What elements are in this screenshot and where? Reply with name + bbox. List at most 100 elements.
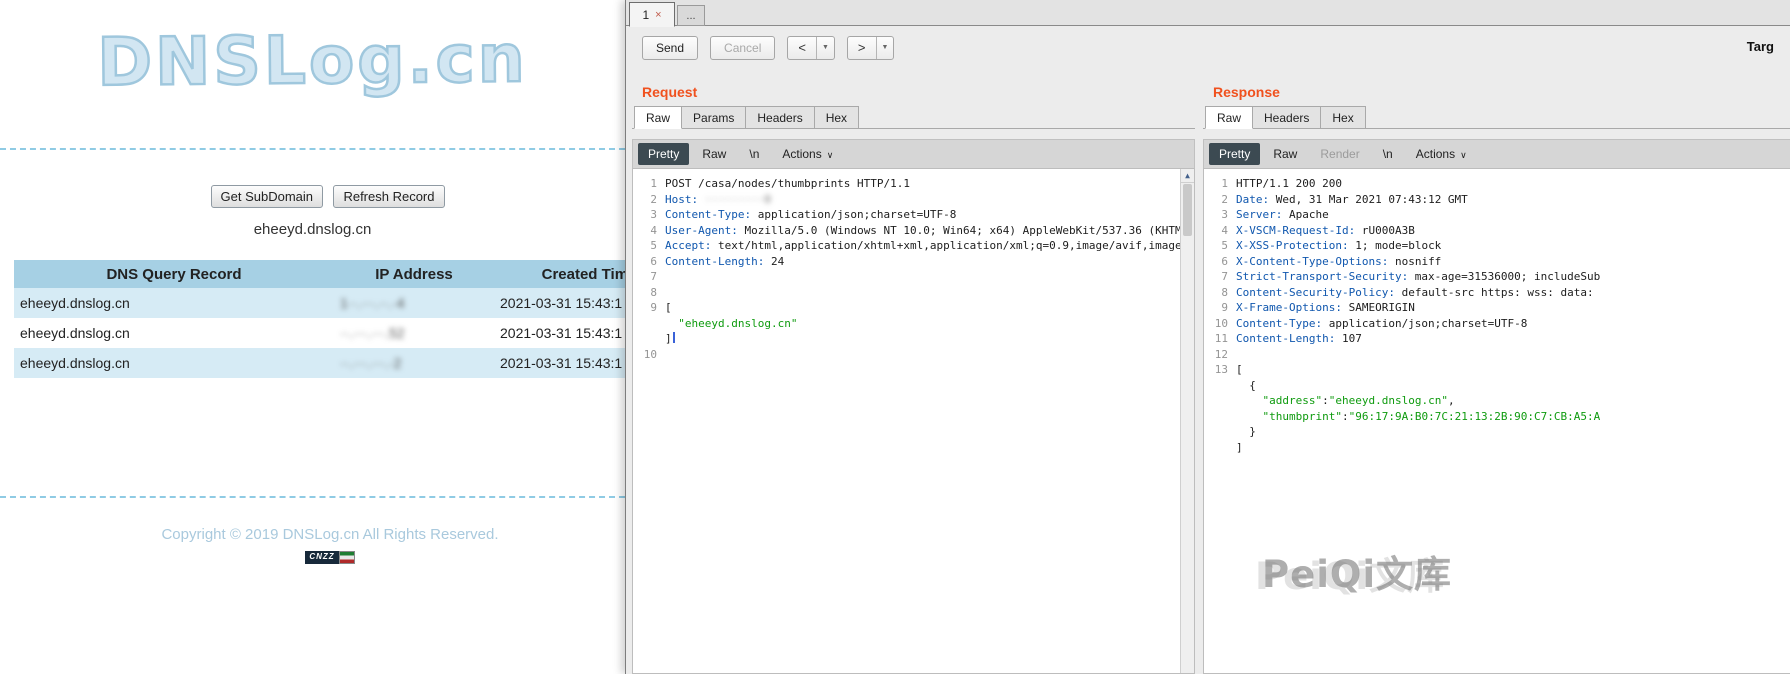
view-tab-hex[interactable]: Hex: [814, 106, 859, 128]
format-tab-actions[interactable]: Actions∨: [1406, 143, 1477, 165]
view-tab-headers[interactable]: Headers: [745, 106, 814, 128]
send-button[interactable]: Send: [642, 36, 698, 60]
forward-arrow-icon: >: [848, 37, 877, 59]
line-number: 6: [1204, 254, 1228, 270]
repeater-tab-1[interactable]: 1 ×: [629, 2, 675, 27]
scroll-up-icon[interactable]: ▲: [1181, 169, 1194, 183]
history-forward-button[interactable]: >▼: [847, 36, 895, 60]
col-header-ip-address: IP Address: [334, 260, 494, 288]
line-number: 1: [1204, 176, 1228, 192]
line-number: 8: [1204, 285, 1228, 301]
repeater-tab-1-label: 1: [642, 8, 649, 22]
code-line: 1POST /casa/nodes/thumbprints HTTP/1.1: [633, 176, 1194, 192]
cell-ip-address: ··.···.···.52: [334, 318, 494, 348]
code-line: 4User-Agent: Mozilla/5.0 (Windows NT 10.…: [633, 223, 1194, 239]
view-tab-params[interactable]: Params: [681, 106, 746, 128]
chevron-down-icon: ∨: [1460, 150, 1467, 160]
table-row: eheeyd.dnslog.cn··.···.···.·22021-03-31 …: [14, 348, 625, 378]
request-scrollbar[interactable]: ▲: [1180, 169, 1194, 673]
code-line: 6Content-Length: 24: [633, 254, 1194, 270]
line-number: 4: [633, 223, 657, 239]
view-tab-hex[interactable]: Hex: [1320, 106, 1365, 128]
code-line: 12: [1204, 347, 1790, 363]
code-line: 7: [633, 269, 1194, 285]
refresh-record-button[interactable]: Refresh Record: [333, 185, 444, 208]
line-number: 10: [633, 347, 657, 363]
line-number: 5: [633, 238, 657, 254]
line-number: 3: [1204, 207, 1228, 223]
cell-ip-address: 1··.···.··.·4: [334, 288, 494, 318]
copyright-text: Copyright © 2019 DNSLog.cn All Rights Re…: [0, 526, 625, 543]
cell-created-time: 2021-03-31 15:43:1: [494, 288, 625, 318]
dashed-divider-bottom: [0, 496, 625, 498]
response-viewer[interactable]: 1HTTP/1.1 200 2002Date: Wed, 31 Mar 2021…: [1203, 169, 1790, 674]
code-line: ]: [1204, 440, 1790, 456]
request-panel-title: Request: [642, 84, 1195, 100]
line-number: 13: [1204, 362, 1228, 378]
request-editor[interactable]: 1POST /casa/nodes/thumbprints HTTP/1.12H…: [632, 169, 1195, 674]
line-number: 6: [633, 254, 657, 270]
repeater-tab-more[interactable]: ...: [677, 5, 705, 26]
code-line: 6X-Content-Type-Options: nosniff: [1204, 254, 1790, 270]
response-format-bar: PrettyRawRender\nActions∨: [1203, 139, 1790, 169]
view-tab-raw[interactable]: Raw: [1205, 106, 1253, 129]
repeater-toolbar: Send Cancel <▼ >▼: [626, 26, 1790, 70]
code-line: 9X-Frame-Options: SAMEORIGIN: [1204, 300, 1790, 316]
request-format-bar: PrettyRaw\nActions∨: [632, 139, 1195, 169]
format-tab-pretty[interactable]: Pretty: [638, 143, 689, 165]
code-line: 7Strict-Transport-Security: max-age=3153…: [1204, 269, 1790, 285]
cancel-button[interactable]: Cancel: [710, 36, 775, 60]
format-tab-pretty[interactable]: Pretty: [1209, 143, 1260, 165]
code-line: ]: [633, 331, 1194, 347]
format-tab-actions[interactable]: Actions∨: [772, 143, 843, 165]
col-header-dns-query-record: DNS Query Record: [14, 260, 334, 288]
line-number: 9: [1204, 300, 1228, 316]
line-number: 7: [1204, 269, 1228, 285]
format-tab-raw[interactable]: Raw: [1263, 143, 1307, 165]
close-icon[interactable]: ×: [655, 9, 661, 21]
view-tab-headers[interactable]: Headers: [1252, 106, 1321, 128]
cell-dns-record: eheeyd.dnslog.cn: [14, 318, 334, 348]
code-line: "eheeyd.dnslog.cn": [633, 316, 1194, 332]
cnzz-badge-label: CNZZ: [305, 551, 338, 564]
code-line: {: [1204, 378, 1790, 394]
cell-created-time: 2021-03-31 15:43:1: [494, 348, 625, 378]
table-row: eheeyd.dnslog.cn1··.···.··.·42021-03-31 …: [14, 288, 625, 318]
scrollbar-thumb[interactable]: [1183, 184, 1192, 236]
repeater-tab-strip: 1 × ...: [626, 0, 1790, 26]
history-back-button[interactable]: <▼: [787, 36, 835, 60]
cnzz-badge[interactable]: CNZZ: [305, 551, 354, 564]
format-tab-n[interactable]: \n: [739, 143, 769, 165]
target-label: Targ: [1747, 39, 1774, 54]
dnslog-logo: DNSLog.cn: [0, 19, 625, 101]
code-line: 4X-VSCM-Request-Id: rU000A3B: [1204, 223, 1790, 239]
get-subdomain-button[interactable]: Get SubDomain: [211, 185, 324, 208]
cell-created-time: 2021-03-31 15:43:1: [494, 318, 625, 348]
current-subdomain: eheeyd.dnslog.cn: [0, 221, 625, 238]
dns-query-table: DNS Query Record IP Address Created Time…: [14, 260, 625, 378]
col-header-created-time: Created Time: [494, 260, 625, 288]
code-line: "thumbprint":"96:17:9A:B0:7C:21:13:2B:90…: [1204, 409, 1790, 425]
code-line: 3Server: Apache: [1204, 207, 1790, 223]
code-line: 2Host: ·········0: [633, 192, 1194, 208]
code-line: 8: [633, 285, 1194, 301]
dnslog-page: DNSLog.cn Get SubDomain Refresh Record e…: [0, 0, 625, 674]
back-arrow-icon: <: [788, 37, 817, 59]
table-row: eheeyd.dnslog.cn··.···.···.522021-03-31 …: [14, 318, 625, 348]
line-number: 10: [1204, 316, 1228, 332]
response-panel: Response RawHeadersHex PrettyRawRender\n…: [1203, 70, 1790, 674]
line-number: 9: [633, 300, 657, 316]
burp-repeater-window: 1 × ... Send Cancel <▼ >▼ Targ Request R…: [625, 0, 1790, 674]
response-panel-title: Response: [1213, 84, 1790, 100]
view-tab-raw[interactable]: Raw: [634, 106, 682, 129]
response-view-tabs: RawHeadersHex: [1203, 106, 1790, 129]
format-tab-n[interactable]: \n: [1373, 143, 1403, 165]
code-line: 13[: [1204, 362, 1790, 378]
dropdown-chevron-icon: ▼: [877, 37, 894, 59]
line-number: 8: [633, 285, 657, 301]
line-number: 3: [633, 207, 657, 223]
line-number: 2: [633, 192, 657, 208]
line-number: 12: [1204, 347, 1228, 363]
format-tab-raw[interactable]: Raw: [692, 143, 736, 165]
code-line: }: [1204, 424, 1790, 440]
